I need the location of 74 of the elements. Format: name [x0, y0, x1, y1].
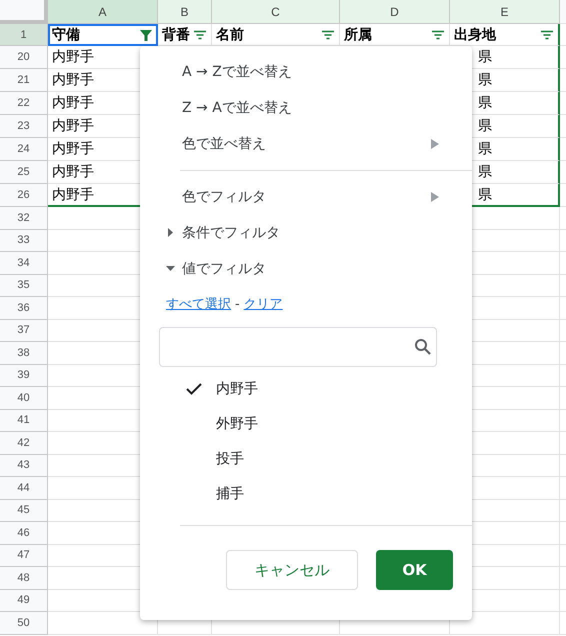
table-cell: 内野手	[52, 163, 94, 181]
column-header[interactable]: E	[450, 0, 560, 24]
column-header[interactable]: B	[158, 0, 212, 24]
table-cell-text: 県	[477, 94, 492, 112]
row-header[interactable]: 26	[0, 184, 48, 207]
row-header[interactable]: 22	[0, 92, 48, 115]
row-header[interactable]: 41	[0, 410, 48, 432]
row-header[interactable]: 23	[0, 115, 48, 138]
row-header[interactable]: 34	[0, 252, 48, 274]
row-header[interactable]: 35	[0, 274, 48, 297]
corner-cell[interactable]	[0, 0, 48, 24]
row-header[interactable]: 47	[0, 544, 48, 567]
row-header[interactable]: 40	[0, 387, 48, 410]
table-cell-text: 県	[477, 140, 492, 158]
table-cell: 出身地	[454, 26, 496, 44]
table-cell-text: 県	[477, 48, 492, 66]
menu-item[interactable]: 色でフィルタ	[182, 188, 266, 206]
funnel-icon[interactable]	[139, 28, 153, 42]
row-header[interactable]: 50	[0, 612, 48, 634]
clear-link[interactable]: クリア	[244, 295, 283, 313]
menu-item[interactable]: A → Zで並べ替え	[182, 63, 292, 81]
menu-item[interactable]: Z → Aで並べ替え	[182, 99, 292, 117]
link-separator: -	[235, 296, 240, 312]
expanded-triangle-icon[interactable]	[166, 264, 175, 273]
table-cell-text: 県	[477, 186, 492, 204]
row-header[interactable]: 42	[0, 432, 48, 454]
submenu-arrow-icon	[431, 192, 439, 202]
row-header[interactable]: 20	[0, 46, 48, 69]
table-cell: 内野手	[52, 48, 94, 66]
column-header[interactable]: A	[48, 0, 158, 24]
row-header[interactable]: 25	[0, 161, 48, 184]
row-header[interactable]: 32	[0, 207, 48, 230]
value-option[interactable]: 投手	[216, 450, 244, 468]
row-header[interactable]: 48	[0, 567, 48, 590]
row-header[interactable]: 37	[0, 320, 48, 342]
row-header[interactable]: 33	[0, 230, 48, 252]
table-cell: 背番	[162, 26, 190, 44]
value-option[interactable]: 捕手	[216, 484, 244, 502]
table-cell: 内野手	[52, 186, 94, 204]
menu-item[interactable]: 値でフィルタ	[182, 260, 266, 278]
ok-button[interactable]: OK	[376, 550, 453, 590]
search-icon	[414, 338, 432, 356]
checkmark-icon[interactable]	[186, 382, 202, 394]
row-header[interactable]: 39	[0, 364, 48, 387]
value-option[interactable]: 外野手	[216, 414, 258, 432]
table-cell: 内野手	[52, 94, 94, 112]
table-cell: 内野手	[52, 140, 94, 158]
table-cell-text: 県	[477, 117, 492, 135]
column-header[interactable]: D	[340, 0, 450, 24]
row-header[interactable]: 49	[0, 590, 48, 612]
row-header[interactable]: 44	[0, 477, 48, 500]
row-header[interactable]: 1	[0, 24, 48, 46]
row-header[interactable]: 38	[0, 342, 48, 364]
search-field[interactable]	[159, 327, 437, 367]
row-header[interactable]: 46	[0, 522, 48, 544]
row-header[interactable]: 43	[0, 454, 48, 477]
row-header[interactable]: 24	[0, 138, 48, 161]
table-cell: 守備	[52, 26, 80, 44]
cancel-button[interactable]: キャンセル	[226, 550, 358, 590]
menu-item[interactable]: 条件でフィルタ	[182, 224, 280, 242]
menu-item[interactable]: 色で並べ替え	[182, 135, 266, 153]
table-cell: 内野手	[52, 117, 94, 135]
value-option[interactable]: 内野手	[216, 380, 258, 398]
row-header[interactable]: 36	[0, 297, 48, 320]
row-header[interactable]: 21	[0, 69, 48, 92]
row-header[interactable]: 45	[0, 500, 48, 522]
table-cell-text: 県	[477, 71, 492, 89]
table-cell: 内野手	[52, 71, 94, 89]
table-cell: 名前	[216, 26, 244, 44]
column-header[interactable]: C	[212, 0, 340, 24]
select-all-link[interactable]: すべて選択	[166, 295, 231, 313]
table-cell: 所属	[344, 26, 372, 44]
collapsed-triangle-icon[interactable]	[166, 228, 175, 237]
table-cell-text: 県	[477, 163, 492, 181]
